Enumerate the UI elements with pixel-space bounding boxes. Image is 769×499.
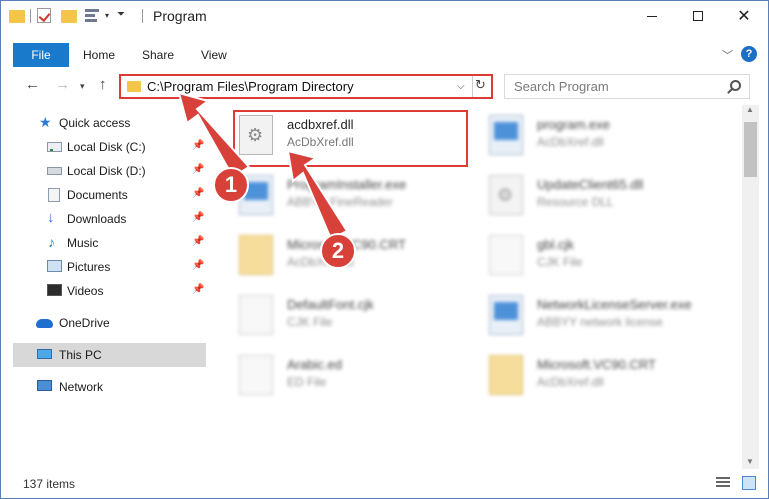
step-marker-1: 1	[213, 167, 249, 203]
arrow-1	[177, 91, 251, 179]
status-bar: 137 items	[1, 469, 768, 498]
annotation-arrows	[177, 91, 349, 241]
step-marker-2: 2	[320, 233, 356, 269]
large-icons-view-icon[interactable]	[742, 476, 756, 490]
arrow-2	[286, 149, 349, 241]
explorer-window: ▾ ⏷ Program ✕ File Home Share View ﹀ ? ←…	[0, 0, 769, 499]
item-count: 137 items	[23, 477, 76, 491]
details-view-icon[interactable]	[716, 477, 730, 489]
